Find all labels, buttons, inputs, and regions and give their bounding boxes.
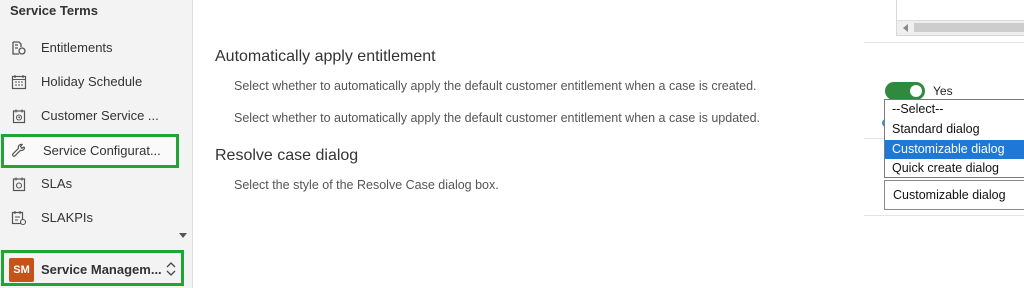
schedule-icon [12, 109, 26, 124]
sidebar-item-label: Holiday Schedule [41, 74, 143, 89]
dropdown-option[interactable]: Standard dialog [885, 120, 1024, 139]
resolve-dialog-dropdown-list[interactable]: --Select-- Standard dialog Customizable … [884, 99, 1024, 178]
scrollbar-thumb[interactable] [914, 23, 1024, 32]
entitlement-heading: Automatically apply entitlement [215, 48, 436, 65]
sidebar-item-label: SLAKPIs [41, 210, 94, 225]
entitlement-created-description: Select whether to automatically apply th… [234, 79, 757, 93]
divider [864, 42, 1024, 43]
resolve-case-description: Select the style of the Resolve Case dia… [234, 178, 499, 192]
dropdown-option[interactable]: Quick create dialog [885, 159, 1024, 178]
sidebar-item-label: Entitlements [41, 40, 113, 55]
toggle-label: Yes [933, 84, 953, 98]
dropdown-option[interactable]: --Select-- [885, 100, 1024, 119]
entitlement-updated-description: Select whether to automatically apply th… [234, 111, 760, 125]
main-content: Automatically apply entitlement Select w… [194, 0, 864, 288]
scroll-down-icon[interactable] [179, 233, 187, 238]
toggle-knob [910, 85, 922, 97]
sidebar-item-label: Service Configurat... [43, 143, 161, 158]
divider [864, 215, 1024, 216]
scroll-container [896, 0, 1024, 36]
area-switcher[interactable]: SM Service Managem... [1, 250, 184, 286]
sidebar-item-label: SLAs [41, 176, 73, 191]
resolve-dialog-select[interactable]: Customizable dialog [884, 180, 1024, 210]
area-switcher-label: Service Managem... [41, 262, 162, 277]
sidebar-item-label: Customer Service ... [41, 108, 159, 123]
avatar: SM [9, 258, 34, 282]
section-title: Service Terms [10, 3, 98, 18]
auto-apply-created-toggle[interactable] [885, 82, 925, 100]
sidebar-item-slas[interactable]: SLAs [0, 167, 193, 201]
sidebar-item-holiday-schedule[interactable]: Holiday Schedule [0, 65, 193, 99]
dropdown-option-selected[interactable]: Customizable dialog [885, 140, 1024, 159]
sidebar-item-service-configuration[interactable]: Service Configurat... [1, 134, 179, 168]
entitlements-icon [12, 41, 26, 55]
divider [864, 138, 884, 139]
sidebar-item-customer-service[interactable]: Customer Service ... [0, 99, 193, 133]
sla-kpi-icon [11, 211, 27, 226]
resolve-case-heading: Resolve case dialog [215, 147, 359, 164]
horizontal-scrollbar[interactable] [897, 20, 1024, 35]
sidebar: Service Terms Entitlements Holiday Sched… [0, 0, 193, 288]
sidebar-item-slakpis[interactable]: SLAKPIs [0, 201, 193, 235]
calendar-icon [11, 75, 27, 90]
sidebar-item-entitlements[interactable]: Entitlements [0, 31, 193, 65]
sla-icon [12, 177, 26, 192]
chevron-up-down-icon [166, 262, 176, 276]
settings-panel: Yes --Select-- Standard dialog Customiza… [864, 0, 1024, 288]
scroll-left-icon[interactable] [903, 24, 908, 32]
wrench-icon [12, 143, 26, 157]
